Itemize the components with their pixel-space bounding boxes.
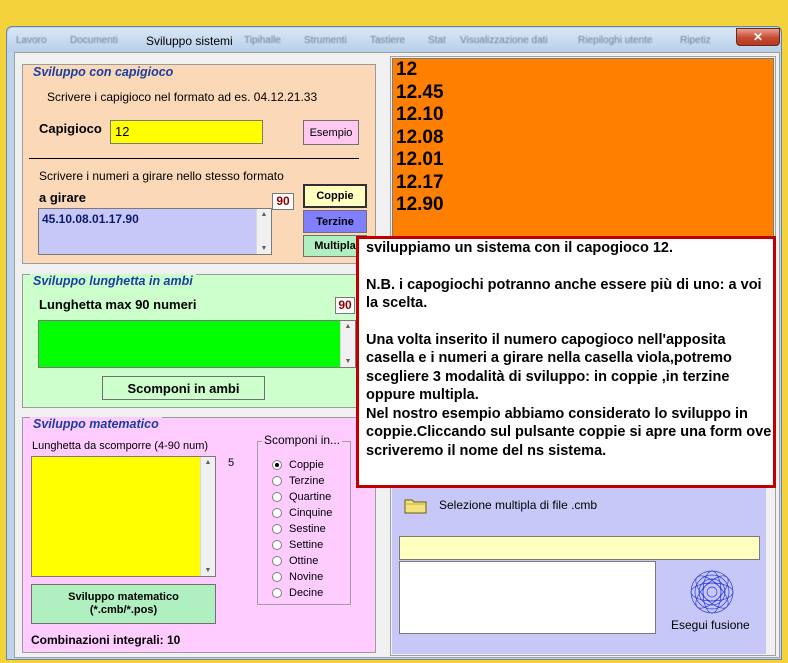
capigioco-legend: Sviluppo con capigioco (30, 65, 177, 79)
result-line: 12.10 (396, 104, 444, 125)
radio-settine[interactable] (272, 540, 282, 550)
results-list: 12 12.45 12.10 12.08 12.01 12.17 12.90 (396, 59, 444, 217)
radio-cinquine[interactable] (272, 508, 282, 518)
lunghetta-textarea[interactable]: ▲ ▼ (38, 320, 356, 368)
menu-item-blur[interactable]: Riepiloghi utente (578, 35, 653, 46)
radio-label: Settine (289, 539, 324, 551)
results-box[interactable]: 12 12.45 12.10 12.08 12.01 12.17 12.90 (392, 58, 774, 248)
note-text: sviluppiamo un sistema con il capogioco … (366, 239, 772, 460)
run-fusion-label[interactable]: Esegui fusione (671, 618, 750, 632)
multi-select-label: Selezione multipla di file .cmb (439, 498, 598, 512)
combinations-label: Combinazioni integrali: 10 (31, 633, 181, 647)
radio-label: Ottine (289, 555, 319, 567)
sviluppo-matematico-line1: Sviluppo matematico (68, 591, 179, 603)
radio-label: Quartine (289, 491, 332, 503)
menu-item-blur[interactable]: Tastiere (370, 35, 405, 46)
scroll-down-icon[interactable]: ▼ (261, 245, 268, 252)
close-icon: ✕ (752, 30, 764, 44)
radio-label: Sestine (289, 523, 326, 535)
menu-item-blur[interactable]: Documenti (70, 35, 118, 46)
scroll-down-icon[interactable]: ▼ (205, 567, 212, 574)
radio-label: Terzine (289, 475, 325, 487)
matematico-textarea[interactable]: ▲ ▼ (31, 456, 216, 577)
numbers-textarea[interactable]: 45.10.08.01.17.90 ▲ ▼ (38, 208, 272, 255)
radio-decine[interactable] (272, 588, 282, 598)
radio-quartine[interactable] (272, 492, 282, 502)
scroll-up-icon[interactable]: ▲ (205, 459, 212, 466)
lunghetta-legend: Sviluppo lunghetta in ambi (30, 274, 196, 288)
sviluppo-matematico-line2: (*.cmb/*.pos) (89, 604, 158, 616)
radio-terzine[interactable] (272, 476, 282, 486)
note-paragraph: N.B. i capogiochi potranno anche essere … (366, 276, 762, 312)
radio-label: Novine (289, 571, 324, 583)
window-title: Sviluppo sistemi (146, 34, 233, 48)
result-line: 12.08 (396, 126, 444, 148)
scomponi-ambi-button[interactable]: Scomponi in ambi (102, 376, 265, 400)
fusion-name-input[interactable] (399, 536, 760, 560)
capigioco-instructions: Scrivere i capigioco nel formato ad es. … (47, 90, 318, 104)
menu-item-blur[interactable]: Strumenti (304, 35, 347, 46)
scroll-up-icon[interactable]: ▲ (261, 211, 268, 218)
radio-sestine[interactable] (272, 524, 282, 534)
menu-item-blur[interactable]: Tipihalle (244, 35, 281, 46)
scomponi-legend: Scomponi in... (262, 433, 343, 447)
folder-icon[interactable] (404, 496, 428, 519)
radio-ottine[interactable] (272, 556, 282, 566)
result-line: 12.45 (396, 81, 444, 103)
coppie-button[interactable]: Coppie (303, 184, 367, 208)
matematico-legend: Sviluppo matematico (30, 417, 162, 431)
radio-label: Coppie (289, 459, 324, 471)
spiral-icon[interactable] (688, 568, 736, 621)
scroll-up-icon[interactable]: ▲ (345, 323, 352, 330)
lunghetta-scrollbar[interactable]: ▲ ▼ (340, 321, 355, 367)
menu-item-blur[interactable]: Lavoro (16, 35, 47, 46)
matematico-value-count: 5 (228, 457, 235, 469)
numbers-instructions: Scrivere i numeri a girare nello stesso … (39, 169, 284, 183)
radio-label: Decine (289, 587, 324, 599)
menu-item-blur[interactable]: Visualizzazione dati (460, 35, 548, 46)
scroll-down-icon[interactable]: ▼ (345, 358, 352, 365)
numbers-value: 45.10.08.01.17.90 (42, 212, 139, 226)
capigioco-label: Capigioco (39, 121, 102, 136)
radio-label: Cinquine (289, 507, 333, 519)
note-paragraph: sviluppiamo un sistema con il capogioco … (366, 240, 673, 256)
sviluppo-matematico-button[interactable]: Sviluppo matematico (*.cmb/*.pos) (31, 584, 216, 624)
capigioco-input[interactable]: 12 (110, 120, 263, 144)
menu-item-blur[interactable]: Stat (428, 35, 446, 46)
note-paragraph: Una volta inserito il numero capogioco n… (366, 331, 772, 459)
menu-item-blur[interactable]: Ripetiz (680, 35, 711, 46)
terzine-button[interactable]: Terzine (303, 210, 367, 233)
result-line: 12 (396, 59, 418, 80)
lunghetta-label: Lunghetta max 90 numeri (39, 297, 197, 312)
lunghetta-count: 90 (335, 297, 355, 314)
result-line: 12.90 (396, 194, 444, 215)
example-button[interactable]: Esempio (303, 120, 359, 145)
matematico-scrollbar[interactable]: ▲ ▼ (200, 457, 215, 576)
result-line: 12.17 (396, 171, 444, 193)
numbers-label: a girare (39, 190, 86, 205)
numbers-scrollbar[interactable]: ▲ ▼ (256, 209, 271, 254)
close-button[interactable]: ✕ (736, 28, 780, 46)
divider (29, 158, 359, 159)
matematico-label: Lunghetta da scomporre (4-90 num) (32, 440, 209, 452)
result-line: 12.01 (396, 149, 444, 170)
radio-coppie[interactable] (272, 460, 282, 470)
numbers-count: 90 (272, 193, 294, 210)
note-callout: sviluppiamo un sistema con il capogioco … (356, 236, 776, 488)
fusion-file-list[interactable] (399, 561, 656, 634)
radio-novine[interactable] (272, 572, 282, 582)
